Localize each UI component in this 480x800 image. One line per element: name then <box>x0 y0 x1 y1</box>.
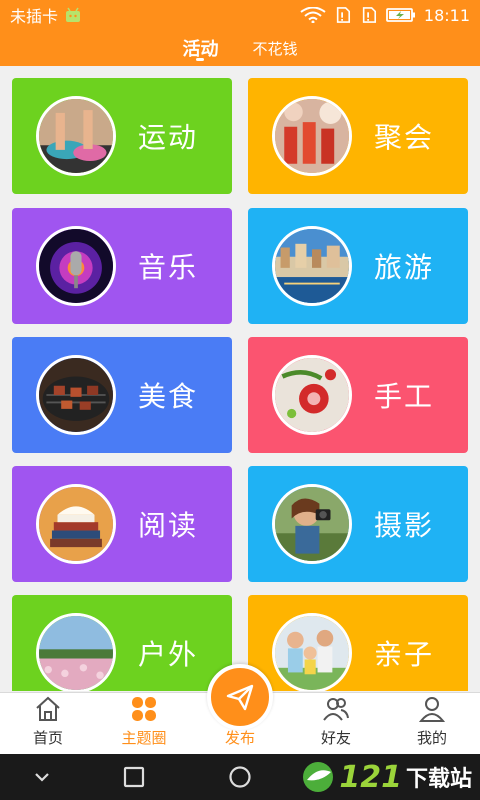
category-card-music[interactable]: 音乐 <box>12 208 232 324</box>
category-card-outdoor[interactable]: 户外 <box>12 595 232 691</box>
watermark-text: 下载站 <box>405 767 472 792</box>
paper-plane-icon <box>226 684 254 711</box>
category-card-food[interactable]: 美食 <box>12 337 232 453</box>
food-photo <box>36 355 116 435</box>
recents-square-icon[interactable] <box>122 766 146 788</box>
nav-friends[interactable]: 好友 <box>288 693 384 754</box>
category-label: 户外 <box>138 638 199 671</box>
home-circle-icon[interactable] <box>228 766 252 788</box>
tab-activities[interactable]: 活动 <box>182 30 218 66</box>
home-icon <box>34 695 62 723</box>
nav-mine-label: 我的 <box>416 729 447 747</box>
watermark: 121 下载站 <box>301 756 472 798</box>
reading-photo <box>36 484 116 564</box>
sports-photo <box>36 96 116 176</box>
category-card-reading[interactable]: 阅读 <box>12 466 232 582</box>
nav-topics[interactable]: 主题圈 <box>96 693 192 754</box>
no-sim-icon <box>334 7 352 23</box>
category-label: 亲子 <box>374 638 435 671</box>
wifi-icon <box>300 7 326 23</box>
category-label: 美食 <box>138 380 199 413</box>
clover-grid-icon <box>130 695 158 723</box>
party-photo <box>272 96 352 176</box>
publish-button[interactable] <box>207 664 273 730</box>
music-photo <box>36 226 116 306</box>
category-label: 音乐 <box>138 251 199 284</box>
photography-photo <box>272 484 352 564</box>
outdoor-photo <box>36 613 116 691</box>
category-label: 手工 <box>374 380 435 413</box>
status-bar: 未插卡 18:11 <box>0 0 480 30</box>
category-card-sports[interactable]: 运动 <box>12 78 232 194</box>
tab-free[interactable]: 不花钱 <box>252 30 297 66</box>
category-card-handcraft[interactable]: 手工 <box>248 337 468 453</box>
category-grid: 运动 聚会 音乐 旅游 美食 手工 阅读 摄影 户外 亲子 <box>12 78 468 691</box>
nav-topics-label: 主题圈 <box>121 729 167 747</box>
nav-publish-label: 发布 <box>224 729 255 747</box>
category-label: 旅游 <box>374 251 435 284</box>
watermark-number: 121 <box>339 759 402 795</box>
nav-home-label: 首页 <box>32 729 63 747</box>
category-card-family[interactable]: 亲子 <box>248 595 468 691</box>
battery-charging-icon <box>385 7 416 23</box>
category-label: 阅读 <box>138 509 199 542</box>
carrier-text: 未插卡 <box>10 7 59 26</box>
category-label: 运动 <box>138 121 199 154</box>
travel-photo <box>272 226 352 306</box>
profile-icon <box>418 695 446 723</box>
family-photo <box>272 613 352 691</box>
category-label: 聚会 <box>374 121 435 154</box>
back-chevron-icon[interactable] <box>30 766 54 788</box>
no-sim-icon-2 <box>360 7 378 23</box>
handcraft-photo <box>272 355 352 435</box>
category-card-party[interactable]: 聚会 <box>248 78 468 194</box>
category-card-photography[interactable]: 摄影 <box>248 466 468 582</box>
category-label: 摄影 <box>374 509 435 542</box>
friends-icon <box>322 695 350 723</box>
tab-header: 活动 不花钱 <box>0 30 480 66</box>
nav-mine[interactable]: 我的 <box>384 693 480 754</box>
category-card-travel[interactable]: 旅游 <box>248 208 468 324</box>
nav-home[interactable]: 首页 <box>0 693 96 754</box>
android-icon <box>64 7 82 23</box>
clock-time: 18:11 <box>423 5 470 25</box>
nav-friends-label: 好友 <box>320 729 351 747</box>
watermark-logo-icon <box>301 760 335 794</box>
